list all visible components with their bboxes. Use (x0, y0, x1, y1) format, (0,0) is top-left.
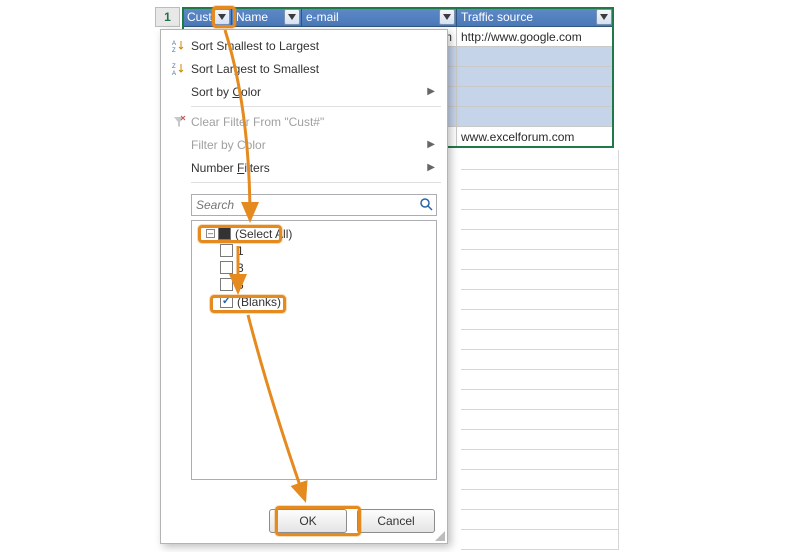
menu-label: Sort by Color (191, 85, 427, 99)
menu-label: Filter by Color (191, 138, 427, 152)
cell-traffic[interactable] (457, 107, 614, 127)
filter-values-list[interactable]: – (Select All) 1 3 5 (Blanks) (191, 220, 437, 480)
checkbox[interactable] (220, 261, 233, 274)
menu-label: Number Filters (191, 161, 427, 175)
autofilter-dropdown-panel: AZ Sort Smallest to Largest ZA Sort Larg… (160, 29, 448, 544)
submenu-arrow-icon: ▶ (427, 139, 441, 150)
column-header-traffic[interactable]: Traffic source (457, 7, 614, 27)
checkbox-checked[interactable] (220, 295, 233, 308)
checkbox[interactable] (220, 244, 233, 257)
filter-item[interactable]: 5 (220, 276, 430, 293)
empty-grid (461, 150, 619, 550)
column-header-traffic-label: Traffic source (461, 10, 533, 24)
filter-item-label: 5 (237, 278, 244, 292)
svg-text:Z: Z (172, 64, 176, 70)
filter-dropdown-name[interactable] (284, 9, 300, 25)
submenu-arrow-icon: ▶ (427, 162, 441, 173)
svg-text:Z: Z (172, 48, 176, 53)
cell-traffic[interactable] (457, 67, 614, 87)
filter-item-blanks[interactable]: (Blanks) (220, 293, 430, 310)
column-header-cust[interactable]: Cust# (182, 7, 232, 27)
chevron-down-icon (218, 14, 226, 20)
filter-item[interactable]: 3 (220, 259, 430, 276)
table-header-row: Cust# Name e-mail Traffic source (182, 7, 625, 27)
filter-dropdown-email[interactable] (439, 9, 455, 25)
column-header-name[interactable]: Name (232, 7, 302, 27)
ok-button[interactable]: OK (269, 509, 347, 533)
submenu-arrow-icon: ▶ (427, 86, 441, 97)
filter-search-input[interactable] (191, 194, 437, 216)
column-header-email-label: e-mail (306, 10, 339, 24)
checkbox[interactable] (220, 278, 233, 291)
filter-item-label: (Select All) (235, 227, 292, 241)
filter-dropdown-cust[interactable] (214, 9, 230, 25)
column-header-email[interactable]: e-mail (302, 7, 457, 27)
resize-grip-icon[interactable] (435, 531, 445, 541)
svg-text:A: A (172, 71, 176, 76)
sort-desc-icon: ZA (167, 62, 191, 76)
cell-traffic[interactable]: http://www.google.com (457, 27, 614, 47)
filter-dropdown-traffic[interactable] (596, 9, 612, 25)
filter-item-label: (Blanks) (237, 295, 281, 309)
search-icon (419, 197, 433, 214)
row-number-1[interactable]: 1 (155, 7, 180, 27)
clear-filter-icon (167, 115, 191, 129)
filter-search (191, 194, 437, 216)
filter-item-select-all[interactable]: – (Select All) (206, 225, 430, 242)
chevron-down-icon (288, 14, 296, 20)
chevron-down-icon (443, 14, 451, 20)
menu-sort-ascending[interactable]: AZ Sort Smallest to Largest (161, 34, 447, 57)
cell-traffic[interactable]: www.excelforum.com (457, 127, 614, 147)
tree-collapse-icon[interactable]: – (206, 229, 215, 238)
filter-item[interactable]: 1 (220, 242, 430, 259)
checkbox-indeterminate[interactable] (218, 227, 231, 240)
dialog-buttons: OK Cancel (269, 509, 435, 533)
menu-label: Sort Smallest to Largest (191, 39, 441, 53)
menu-label: Sort Largest to Smallest (191, 62, 441, 76)
menu-number-filters[interactable]: Number Filters ▶ (161, 156, 447, 179)
cell-traffic[interactable] (457, 87, 614, 107)
filter-item-label: 3 (237, 261, 244, 275)
menu-separator (191, 182, 441, 183)
menu-sort-descending[interactable]: ZA Sort Largest to Smallest (161, 57, 447, 80)
menu-sort-by-color[interactable]: Sort by Color ▶ (161, 80, 447, 103)
svg-text:A: A (172, 41, 176, 47)
sort-asc-icon: AZ (167, 39, 191, 53)
menu-clear-filter: Clear Filter From "Cust#" (161, 110, 447, 133)
filter-item-label: 1 (237, 244, 244, 258)
menu-filter-by-color: Filter by Color ▶ (161, 133, 447, 156)
menu-separator (191, 106, 441, 107)
filter-menu: AZ Sort Smallest to Largest ZA Sort Larg… (161, 30, 447, 190)
menu-label: Clear Filter From "Cust#" (191, 115, 441, 129)
column-header-name-label: Name (236, 10, 268, 24)
cancel-button[interactable]: Cancel (357, 509, 435, 533)
chevron-down-icon (600, 14, 608, 20)
cell-traffic[interactable] (457, 47, 614, 67)
